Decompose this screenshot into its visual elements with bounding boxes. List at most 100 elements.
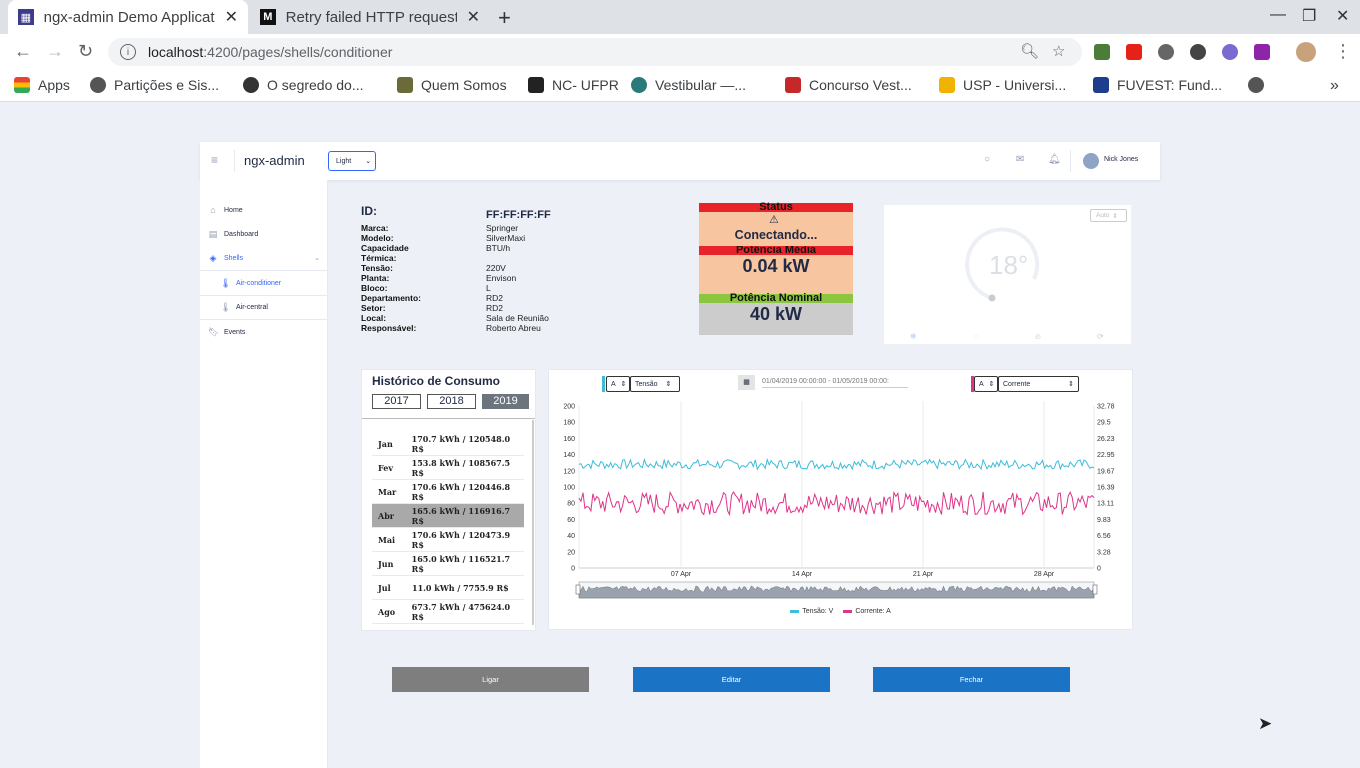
profile-avatar[interactable] (1296, 42, 1316, 62)
temperature-value: 18° (989, 250, 1029, 280)
bookmark-item[interactable]: Concurso Vest... (785, 77, 912, 93)
bookmark-item[interactable]: Partições e Sis... (90, 77, 219, 93)
bookmark-icon (397, 77, 413, 93)
app-logo[interactable]: ngx-admin (244, 153, 305, 168)
y2-tick-label: 22.95 (1097, 452, 1115, 459)
bookmark-item[interactable]: Quem Somos (397, 77, 507, 93)
recycle-icon[interactable]: ⟳ (1097, 332, 1104, 341)
close-window-icon[interactable]: ✕ (1336, 6, 1349, 26)
restore-icon[interactable]: ❐ (1302, 6, 1316, 26)
menu-icon[interactable]: ⋮ (1334, 41, 1352, 62)
series-line-1 (578, 490, 1095, 517)
sidebar-item-events[interactable]: 🔖︎ Events (208, 324, 245, 340)
device-field-row: Departamento: RD2 (361, 293, 681, 303)
sidebar-item-home[interactable]: ⌂ Home (208, 202, 242, 218)
zoom-icon[interactable]: 🔍︎ (1020, 42, 1039, 60)
device-field-label: Setor: (361, 303, 386, 313)
y2-tick-label: 32.78 (1097, 404, 1115, 411)
reload-icon[interactable]: ↻ (78, 41, 93, 62)
history-row[interactable]: Mar 170.6 kWh / 120446.8 R$ (372, 480, 524, 504)
close-tab-icon[interactable]: ✕ (467, 7, 480, 27)
history-row[interactable]: Fev 153.8 kWh / 108567.5 R$ (372, 456, 524, 480)
extension-icon[interactable] (1158, 44, 1174, 60)
user-avatar[interactable] (1083, 153, 1099, 169)
year-button-2019[interactable]: 2019 (482, 394, 529, 409)
bookmark-apps[interactable]: Apps (14, 77, 70, 93)
scrollbar[interactable] (532, 420, 534, 625)
y2-tick-label: 29.5 (1097, 420, 1111, 427)
new-tab-icon[interactable]: + (498, 5, 511, 31)
history-row[interactable]: Jan 170.7 kWh / 120548.0 R$ (372, 432, 524, 456)
bookmark-item[interactable]: Vestibular —... (631, 77, 746, 93)
bookmark-item[interactable]: USP - Universi... (939, 77, 1066, 93)
address-bar[interactable]: i localhost:4200/pages/shells/conditione… (108, 38, 1082, 66)
forward-icon[interactable]: → (46, 41, 64, 62)
info-icon[interactable]: i (120, 44, 136, 60)
device-field-label: Modelo: (361, 233, 394, 243)
sidebar-item-shells[interactable]: ◈ Shells ⌄ (208, 250, 320, 266)
star-icon[interactable]: ☆ (1052, 42, 1065, 60)
search-icon[interactable]: ○ (984, 154, 990, 165)
y-tick-label: 200 (563, 404, 575, 411)
status-panel: Status ⚠ Conectando... Potência Média 0.… (699, 202, 853, 335)
history-row[interactable]: Jul 11.0 kWh / 7755.9 R$ (372, 576, 524, 600)
device-field-label: Marca: (361, 223, 389, 233)
url-path: :4200/pages/shells/conditioner (203, 44, 393, 60)
extension-icon[interactable] (1190, 44, 1206, 60)
user-name[interactable]: Nick Jones (1104, 156, 1138, 163)
extension-icon[interactable] (1094, 44, 1110, 60)
nominal-power-label: Potência Nominal (699, 293, 853, 304)
extension-icon[interactable] (1254, 44, 1270, 60)
x-tick-label: 21 Apr (913, 571, 934, 578)
year-selector: 2017 2018 2019 (372, 394, 529, 409)
divider (1070, 150, 1071, 172)
tab-retry[interactable]: M Retry failed HTTP request ✕ (250, 0, 490, 34)
history-value: 673.7 kWh / 475624.0 R$ (411, 601, 511, 622)
history-value: 165.0 kWh / 116521.7 R$ (411, 553, 511, 574)
legend-item-tensao[interactable]: Tensão: V (790, 608, 833, 615)
history-row[interactable]: Ago 673.7 kWh / 475624.0 R$ (372, 600, 524, 624)
sidebar-item-air-conditioner[interactable]: 🌡︎ Air-conditioner (220, 275, 281, 291)
back-icon[interactable]: ← (14, 41, 32, 62)
sidebar-item-dashboard[interactable]: ▤ Dashboard (208, 226, 259, 242)
bookmark-item[interactable] (1248, 77, 1272, 93)
close-button[interactable]: Fechar (873, 667, 1070, 692)
history-row[interactable]: Mai 170.6 kWh / 120473.9 R$ (372, 528, 524, 552)
legend-item-corrente[interactable]: Corrente: A (843, 608, 891, 615)
flame-icon[interactable]: 🔥︎ (1035, 332, 1041, 342)
edit-button[interactable]: Editar (633, 667, 830, 692)
bookmark-item[interactable]: NC- UFPR (528, 77, 619, 93)
sidebar-toggle-icon[interactable]: ≡ (211, 153, 218, 167)
line-chart[interactable]: 07 Apr 14 Apr 21 Apr 28 Apr2001801601401201… (549, 370, 1134, 631)
y-tick-label: 20 (567, 549, 575, 556)
snowflake-icon[interactable]: ❄ (910, 332, 917, 341)
history-row[interactable]: Jun 165.0 kWh / 116521.7 R$ (372, 552, 524, 576)
extension-icon[interactable] (1222, 44, 1238, 60)
bell-icon[interactable]: 🔔︎ (1048, 154, 1061, 165)
tab-ngx-admin[interactable]: ▦ ngx-admin Demo Applicat ✕ (8, 0, 248, 34)
youtube-icon[interactable] (1126, 44, 1142, 60)
usp-icon (939, 77, 955, 93)
thermometer-icon: 🌡︎ (220, 301, 232, 312)
divider (200, 319, 327, 320)
device-field-row: Bloco: L (361, 283, 681, 293)
year-button-2017[interactable]: 2017 (372, 394, 421, 409)
bookmark-item[interactable]: FUVEST: Fund... (1093, 77, 1222, 93)
turn-on-button[interactable]: Ligar (392, 667, 589, 692)
x-tick-label: 07 Apr (671, 571, 692, 578)
history-panel: Histórico de Consumo 2017 2018 2019 Jan 1… (361, 369, 536, 631)
history-row[interactable]: Abr 165.6 kWh / 116916.7 R$ (372, 504, 524, 528)
sidebar-item-air-central[interactable]: 🌡︎ Air-central (220, 299, 268, 315)
close-tab-icon[interactable]: ✕ (225, 7, 238, 27)
year-button-2018[interactable]: 2018 (427, 394, 476, 409)
device-field-row: Local: Sala de Reunião (361, 313, 681, 323)
y-tick-label: 100 (563, 485, 575, 492)
drop-icon[interactable]: ◌ (974, 332, 979, 341)
more-bookmarks-icon[interactable]: » (1330, 77, 1339, 95)
divider (234, 150, 235, 172)
mail-icon[interactable]: ✉ (1016, 154, 1024, 165)
minimize-icon[interactable]: — (1270, 6, 1286, 24)
theme-select[interactable]: Light ⌄ (328, 151, 376, 171)
tab-title: Retry failed HTTP request (285, 8, 457, 26)
bookmark-item[interactable]: O segredo do... (243, 77, 364, 93)
